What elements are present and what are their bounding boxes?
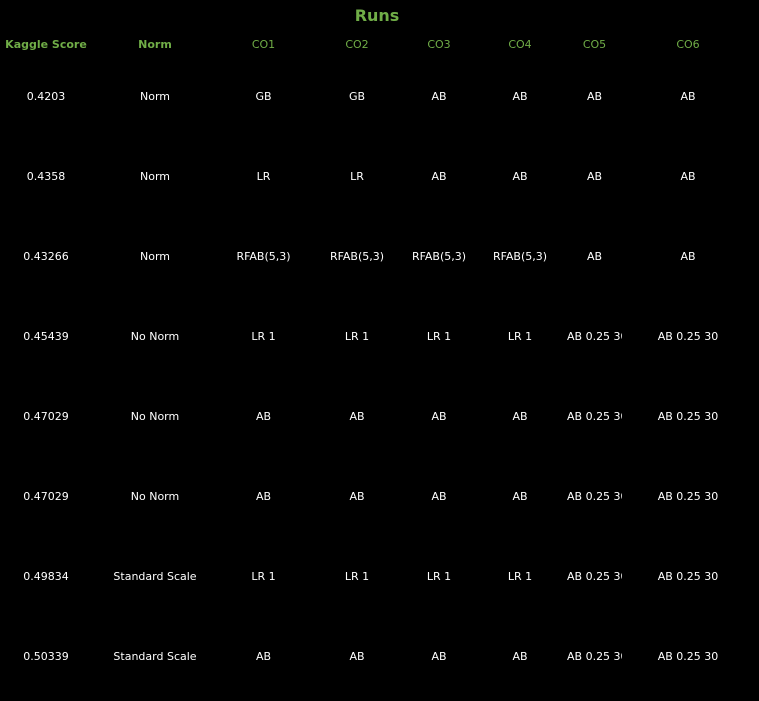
table-row: 0.4203 Norm GB GB AB AB AB AB xyxy=(0,56,754,136)
co5-cell: AB 0.25 30 xyxy=(567,569,622,583)
table-title: Runs xyxy=(354,6,400,25)
co5-cell: AB 0.25 30 xyxy=(567,649,622,663)
co3-cell: AB xyxy=(431,409,447,423)
norm-cell: Standard Scale xyxy=(113,649,197,663)
kaggle-score-cell: 0.47029 xyxy=(23,489,69,503)
column-header-co6: CO6 xyxy=(676,37,700,51)
co6-cell: AB 0.25 30 xyxy=(657,489,719,503)
co3-cell: AB xyxy=(431,489,447,503)
header-row: Kaggle Score Norm CO1 CO2 CO3 CO4 CO5 CO… xyxy=(0,32,754,56)
kaggle-score-cell: 0.47029 xyxy=(23,409,69,423)
co6-cell: AB 0.25 30 xyxy=(657,649,719,663)
co4-cell: AB xyxy=(512,489,528,503)
co4-cell: LR 1 xyxy=(507,329,533,343)
co4-cell: AB xyxy=(512,89,528,103)
co5-cell: AB 0.25 30 xyxy=(567,489,622,503)
kaggle-score-cell: 0.45439 xyxy=(23,329,69,343)
co5-cell: AB 0.25 30 xyxy=(567,329,622,343)
column-header-co3: CO3 xyxy=(427,37,451,51)
co1-cell: LR xyxy=(256,169,271,183)
table-row: 0.43266 Norm RFAB(5,3) RFAB(5,3) RFAB(5,3) RF… xyxy=(0,216,754,296)
co5-cell: AB xyxy=(586,249,603,263)
table-row: 0.4358 Norm LR LR AB AB AB AB xyxy=(0,136,754,216)
kaggle-score-cell: 0.43266 xyxy=(23,249,69,263)
co2-cell: AB xyxy=(349,649,365,663)
co4-cell: AB xyxy=(512,169,528,183)
table-body: 0.4203 Norm GB GB AB AB AB AB 0.4358 Norm LR LR AB AB… xyxy=(0,56,754,696)
co6-cell: AB 0.25 30 xyxy=(657,329,719,343)
co2-cell: LR 1 xyxy=(344,329,370,343)
co5-cell: AB xyxy=(586,89,603,103)
co2-cell: AB xyxy=(349,489,365,503)
co3-cell: AB xyxy=(431,89,447,103)
table-row: 0.47029 No Norm AB AB AB AB AB 0.25 30 AB 0.25 … xyxy=(0,456,754,536)
co6-cell: AB 0.25 30 xyxy=(657,409,719,423)
norm-cell: Norm xyxy=(139,89,170,103)
norm-cell: No Norm xyxy=(130,329,180,343)
co6-cell: AB 0.25 30 xyxy=(657,569,719,583)
column-header-co2: CO2 xyxy=(345,37,369,51)
co4-cell: AB xyxy=(512,649,528,663)
column-header-co5: CO5 xyxy=(582,37,607,51)
co3-cell: AB xyxy=(431,169,447,183)
co5-cell: AB 0.25 30 xyxy=(567,409,622,423)
co5-cell: AB xyxy=(586,169,603,183)
table-row: 0.45439 No Norm LR 1 LR 1 LR 1 LR 1 AB 0.25 30… xyxy=(0,296,754,376)
norm-cell: No Norm xyxy=(130,489,180,503)
column-header-co4: CO4 xyxy=(508,37,532,51)
co3-cell: LR 1 xyxy=(426,329,452,343)
co3-cell: AB xyxy=(431,649,447,663)
kaggle-score-cell: 0.4203 xyxy=(26,89,66,103)
norm-cell: Norm xyxy=(139,169,170,183)
co1-cell: LR 1 xyxy=(251,329,276,343)
column-header-co1: CO1 xyxy=(251,37,276,51)
co2-cell: LR xyxy=(350,169,364,183)
norm-cell: Norm xyxy=(139,249,170,263)
co2-cell: LR 1 xyxy=(344,569,370,583)
co2-cell: GB xyxy=(348,89,366,103)
co4-cell: RFAB(5,3) xyxy=(492,249,548,263)
co1-cell: AB xyxy=(255,649,272,663)
co4-cell: LR 1 xyxy=(507,569,533,583)
co1-cell: AB xyxy=(255,409,272,423)
co1-cell: AB xyxy=(255,489,272,503)
co3-cell: RFAB(5,3) xyxy=(411,249,467,263)
column-header-norm: Norm xyxy=(138,37,172,51)
co3-cell: LR 1 xyxy=(426,569,452,583)
runs-table: Kaggle Score Norm CO1 CO2 CO3 CO4 CO5 CO… xyxy=(0,32,754,696)
table-row: 0.47029 No Norm AB AB AB AB AB 0.25 30 AB 0.25 … xyxy=(0,376,754,456)
co2-cell: AB xyxy=(349,409,365,423)
co4-cell: AB xyxy=(512,409,528,423)
co1-cell: LR 1 xyxy=(251,569,276,583)
co6-cell: AB xyxy=(680,249,696,263)
kaggle-score-cell: 0.50339 xyxy=(23,649,69,663)
co1-cell: GB xyxy=(255,89,272,103)
table-row: 0.49834 Standard Scale LR 1 LR 1 LR 1 LR 1 AB … xyxy=(0,536,754,616)
table-row: 0.50339 Standard Scale AB AB AB AB AB 0.25 30 A… xyxy=(0,616,754,696)
co6-cell: AB xyxy=(680,169,696,183)
kaggle-score-cell: 0.49834 xyxy=(23,569,69,583)
column-header-kaggle-score: Kaggle Score xyxy=(5,37,87,51)
co2-cell: RFAB(5,3) xyxy=(329,249,385,263)
kaggle-score-cell: 0.4358 xyxy=(26,169,66,183)
co1-cell: RFAB(5,3) xyxy=(236,249,291,263)
co6-cell: AB xyxy=(680,89,696,103)
norm-cell: No Norm xyxy=(130,409,180,423)
norm-cell: Standard Scale xyxy=(113,569,197,583)
